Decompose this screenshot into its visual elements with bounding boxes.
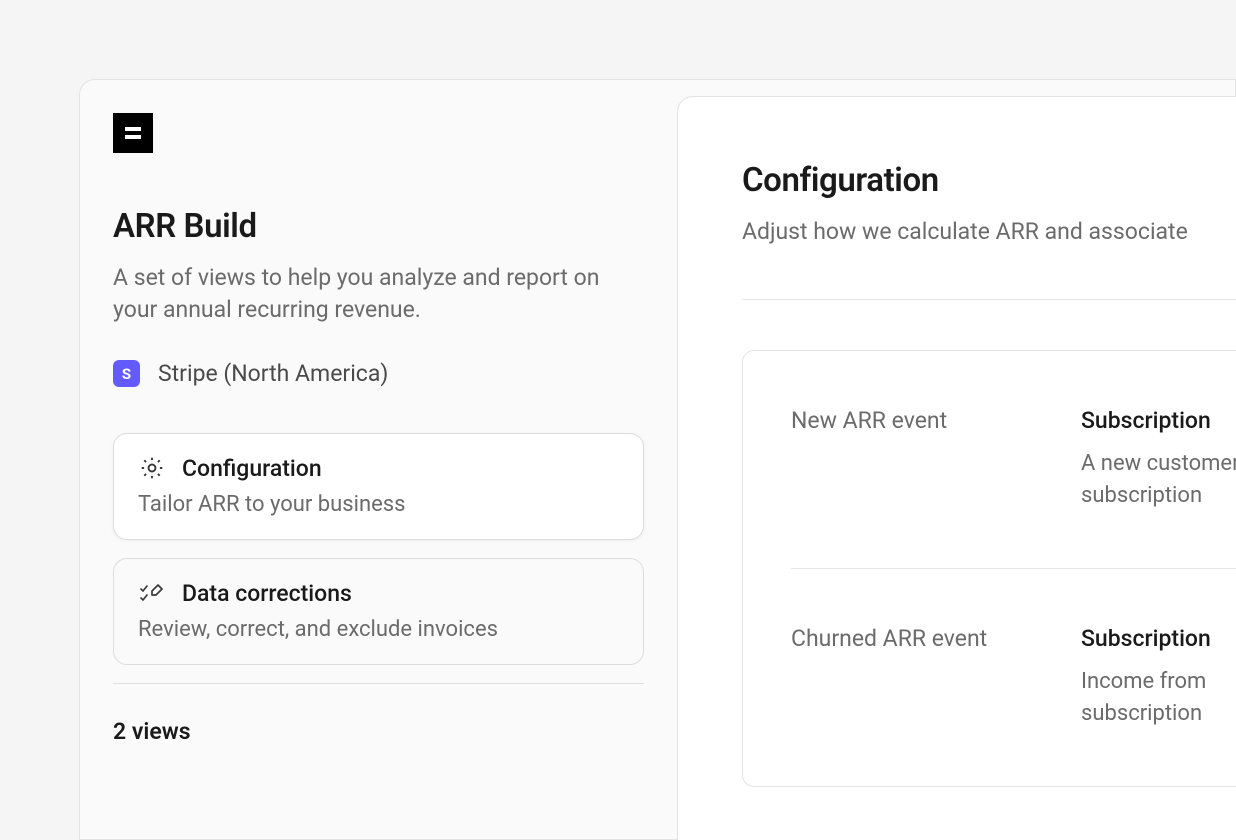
- config-value[interactable]: Subscription Income from subscription: [1081, 625, 1236, 730]
- card-list: Configuration Tailor ARR to your busines…: [113, 433, 644, 665]
- app-logo[interactable]: [113, 113, 153, 153]
- config-table: New ARR event Subscription A new custome…: [742, 350, 1236, 787]
- page-description: A set of views to help you analyze and r…: [113, 262, 633, 326]
- config-value-desc: A new customer subscription: [1081, 448, 1236, 512]
- section-divider: [113, 683, 644, 684]
- main-panel: ARR Build A set of views to help you ana…: [79, 79, 1236, 840]
- page-title: ARR Build: [113, 207, 644, 246]
- config-row-churned-arr: Churned ARR event Subscription Income fr…: [791, 568, 1236, 786]
- logo-equals-icon: [123, 123, 143, 143]
- card-title: Data corrections: [182, 580, 352, 607]
- config-value[interactable]: Subscription A new customer subscription: [1081, 407, 1236, 512]
- card-subtitle: Review, correct, and exclude invoices: [138, 617, 619, 642]
- app-canvas: ARR Build A set of views to help you ana…: [0, 0, 1236, 840]
- left-column: ARR Build A set of views to help you ana…: [80, 80, 677, 839]
- config-value-desc: Income from subscription: [1081, 666, 1236, 730]
- detail-pane: Configuration Adjust how we calculate AR…: [677, 96, 1236, 840]
- data-source-row[interactable]: S Stripe (North America): [113, 360, 644, 387]
- views-heading: 2 views: [113, 718, 644, 745]
- detail-divider: [742, 299, 1236, 300]
- stripe-badge-icon: S: [113, 360, 140, 387]
- config-label: New ARR event: [791, 407, 1041, 434]
- card-configuration[interactable]: Configuration Tailor ARR to your busines…: [113, 433, 644, 540]
- card-subtitle: Tailor ARR to your business: [138, 492, 619, 517]
- card-title: Configuration: [182, 455, 322, 482]
- config-row-new-arr: New ARR event Subscription A new custome…: [791, 351, 1236, 568]
- gear-icon: [138, 454, 166, 482]
- edit-list-icon: [138, 579, 166, 607]
- config-value-title: Subscription: [1081, 625, 1236, 652]
- config-label: Churned ARR event: [791, 625, 1041, 652]
- config-value-title: Subscription: [1081, 407, 1236, 434]
- card-data-corrections[interactable]: Data corrections Review, correct, and ex…: [113, 558, 644, 665]
- data-source-label: Stripe (North America): [158, 360, 388, 387]
- detail-description: Adjust how we calculate ARR and associat…: [742, 218, 1236, 245]
- detail-title: Configuration: [742, 161, 1236, 200]
